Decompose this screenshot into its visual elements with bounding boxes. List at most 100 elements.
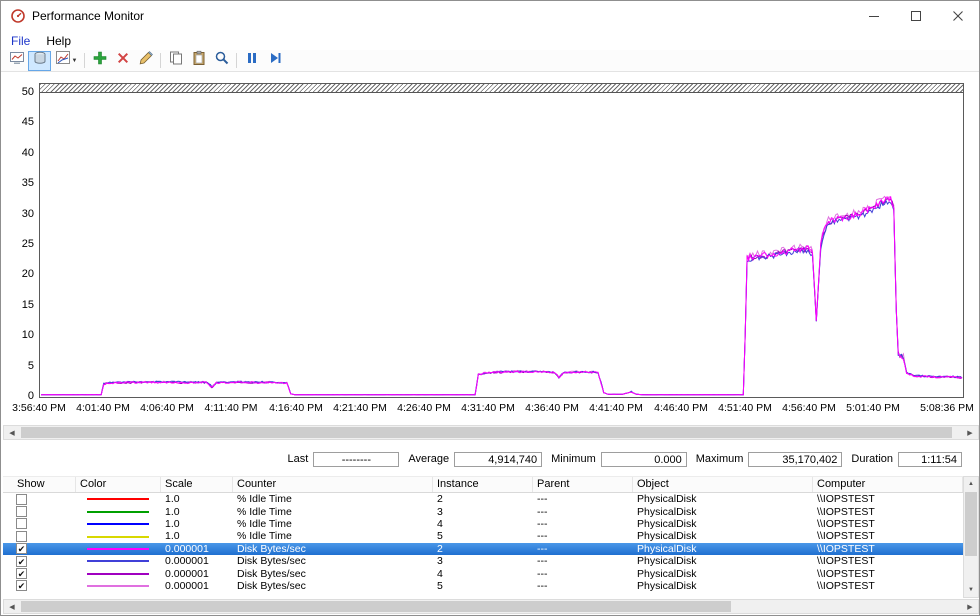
menu-file[interactable]: File: [3, 33, 38, 49]
scroll-right-arrow[interactable]: ▶: [962, 600, 978, 613]
cell-instance: 5: [433, 530, 533, 542]
cell-computer: \\IOPSTEST: [813, 555, 963, 567]
minimum-label: Minimum: [551, 453, 596, 465]
show-checkbox[interactable]: [16, 494, 27, 505]
scroll-left-arrow[interactable]: ◀: [4, 600, 20, 613]
cell-show: [3, 494, 76, 505]
column-header-object[interactable]: Object: [633, 477, 813, 492]
show-checkbox[interactable]: ✔: [16, 580, 27, 591]
table-row[interactable]: 1.0% Idle Time5---PhysicalDisk\\IOPSTEST: [3, 530, 963, 542]
cell-computer: \\IOPSTEST: [813, 506, 963, 518]
counter-color-sample: [87, 585, 149, 587]
change-graph-type-button[interactable]: ▼: [51, 51, 81, 71]
show-checkbox[interactable]: ✔: [16, 568, 27, 579]
cell-scale: 0.000001: [161, 555, 233, 567]
time-scrollbar-thumb[interactable]: [21, 427, 952, 438]
column-header-parent[interactable]: Parent: [533, 477, 633, 492]
step-forward-icon: [267, 50, 283, 71]
show-checkbox[interactable]: [16, 506, 27, 517]
magnifier-icon: [214, 50, 230, 71]
column-header-counter[interactable]: Counter: [233, 477, 433, 492]
maximize-button[interactable]: [895, 1, 937, 31]
cell-color: [76, 506, 161, 518]
cell-counter: Disk Bytes/sec: [233, 580, 433, 592]
delete-counter-button[interactable]: [111, 51, 134, 71]
table-row[interactable]: ✔0.000001Disk Bytes/sec4---PhysicalDisk\…: [3, 567, 963, 579]
cell-object: PhysicalDisk: [633, 580, 813, 592]
scroll-left-arrow[interactable]: ◀: [4, 426, 20, 439]
last-value: --------: [313, 452, 399, 467]
cell-scale: 0.000001: [161, 580, 233, 592]
delete-x-icon: [115, 50, 131, 71]
cell-color: [76, 555, 161, 567]
table-row[interactable]: 1.0% Idle Time3---PhysicalDisk\\IOPSTEST: [3, 505, 963, 517]
highlighter-pen-icon: [138, 50, 154, 71]
highlight-button[interactable]: [134, 51, 157, 71]
cell-parent: ---: [533, 506, 633, 518]
pause-icon: [244, 50, 260, 71]
show-checkbox[interactable]: ✔: [16, 556, 27, 567]
x-axis-tick-label: 4:26:40 PM: [392, 402, 456, 414]
scroll-up-arrow[interactable]: ▲: [964, 477, 978, 491]
cell-instance: 5: [433, 580, 533, 592]
counter-color-sample: [87, 560, 149, 562]
column-header-instance[interactable]: Instance: [433, 477, 533, 492]
show-checkbox[interactable]: [16, 518, 27, 529]
close-button[interactable]: [937, 1, 979, 31]
table-vertical-scrollbar[interactable]: ▲ ▼: [963, 476, 979, 598]
column-header-color[interactable]: Color: [76, 477, 161, 492]
view-current-activity-button[interactable]: [5, 51, 28, 71]
update-data-button[interactable]: [263, 51, 286, 71]
stats-bar: Last -------- Average 4,914,740 Minimum …: [1, 451, 962, 467]
series-line: [41, 196, 962, 394]
time-range-scrollbar[interactable]: ◀ ▶: [3, 425, 979, 440]
x-axis-tick-label: 5:08:36 PM: [915, 402, 979, 414]
plot-area: [39, 83, 964, 398]
table-row[interactable]: ✔0.000001Disk Bytes/sec3---PhysicalDisk\…: [3, 555, 963, 567]
freeze-display-button[interactable]: [240, 51, 263, 71]
y-axis-tick-label: 50: [1, 86, 34, 99]
chart-canvas: [40, 84, 963, 397]
counter-color-sample: [87, 511, 149, 513]
zoom-button[interactable]: [210, 51, 233, 71]
table-row[interactable]: 1.0% Idle Time4---PhysicalDisk\\IOPSTEST: [3, 518, 963, 530]
cell-scale: 1.0: [161, 518, 233, 530]
table-row[interactable]: ✔0.000001Disk Bytes/sec2---PhysicalDisk\…: [3, 543, 963, 555]
cell-object: PhysicalDisk: [633, 543, 813, 555]
toolbar-separator: [236, 53, 237, 68]
paste-counter-list-button[interactable]: [187, 51, 210, 71]
x-axis-tick-label: 4:46:40 PM: [649, 402, 713, 414]
add-counter-button[interactable]: [88, 51, 111, 71]
window-title: Performance Monitor: [32, 9, 144, 23]
column-header-scale[interactable]: Scale: [161, 477, 233, 492]
column-header-computer[interactable]: Computer: [813, 477, 963, 492]
column-header-show[interactable]: Show: [3, 477, 76, 492]
show-checkbox[interactable]: [16, 531, 27, 542]
minimize-button[interactable]: [853, 1, 895, 31]
titlebar[interactable]: Performance Monitor: [1, 1, 979, 31]
copy-properties-button[interactable]: [164, 51, 187, 71]
view-log-data-button[interactable]: [28, 51, 51, 71]
scroll-down-arrow[interactable]: ▼: [964, 583, 978, 597]
table-row[interactable]: 1.0% Idle Time2---PhysicalDisk\\IOPSTEST: [3, 493, 963, 505]
graph-type-icon: [55, 50, 71, 71]
scroll-right-arrow[interactable]: ▶: [962, 426, 978, 439]
table-horizontal-scrollbar[interactable]: ◀ ▶: [3, 599, 979, 614]
window-controls: [853, 1, 979, 31]
show-checkbox[interactable]: ✔: [16, 543, 27, 554]
counter-table: ShowColorScaleCounterInstanceParentObjec…: [3, 476, 963, 592]
cell-color: [76, 493, 161, 505]
x-axis-tick-label: 4:16:40 PM: [264, 402, 328, 414]
maximum-value: 35,170,402: [748, 452, 842, 467]
menu-help[interactable]: Help: [38, 33, 79, 49]
horizontal-scrollbar-thumb[interactable]: [21, 601, 731, 612]
x-axis-tick-label: 4:11:40 PM: [199, 402, 263, 414]
cell-instance: 3: [433, 555, 533, 567]
vertical-scrollbar-thumb[interactable]: [965, 492, 977, 556]
y-axis-tick-label: 20: [1, 268, 34, 281]
table-header: ShowColorScaleCounterInstanceParentObjec…: [3, 476, 963, 493]
cell-parent: ---: [533, 493, 633, 505]
minimum-value: 0.000: [601, 452, 687, 467]
cell-show: ✔: [3, 580, 76, 591]
table-row[interactable]: ✔0.000001Disk Bytes/sec5---PhysicalDisk\…: [3, 580, 963, 592]
